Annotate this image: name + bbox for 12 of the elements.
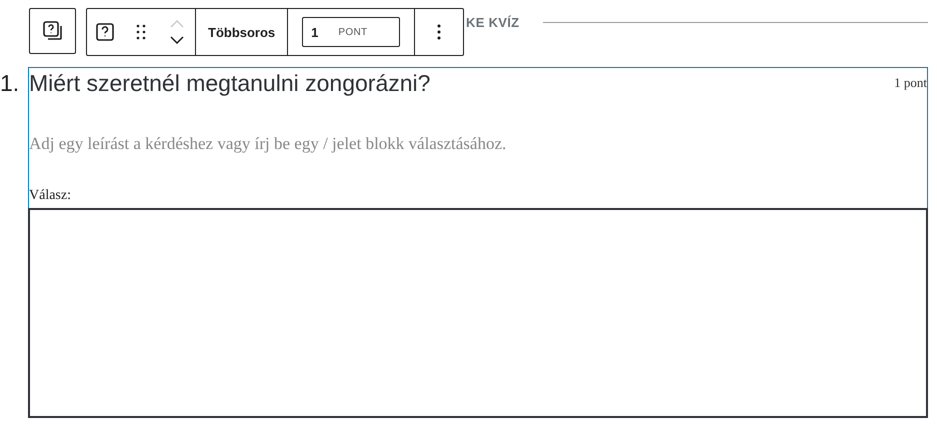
description-placeholder: Adj egy leírást a kérdéshez vagy írj be egy / jelet blokk választásához. — [29, 134, 508, 154]
answer-field[interactable] — [28, 208, 928, 418]
parent-block-button[interactable] — [29, 8, 76, 54]
section-heading: KE KVÍZ — [466, 14, 520, 30]
points-label: 1 pont — [894, 75, 927, 91]
question-block[interactable]: Miért szeretnél megtanulni zongorázni? 1 pont Adj egy leírást a kérdéshez vagy írj be egy / jelet blokk választásához. Válasz: — [28, 67, 928, 418]
answer-label: Válasz: — [29, 188, 72, 204]
block-type-button[interactable]: Többsoros — [196, 10, 288, 54]
points-field[interactable]: 1 PONT — [302, 17, 400, 47]
question-title: Miért szeretnél megtanulni zongorázni? — [29, 69, 430, 98]
question-number: 1. — [0, 69, 20, 98]
stacked-question-icon — [42, 20, 64, 42]
